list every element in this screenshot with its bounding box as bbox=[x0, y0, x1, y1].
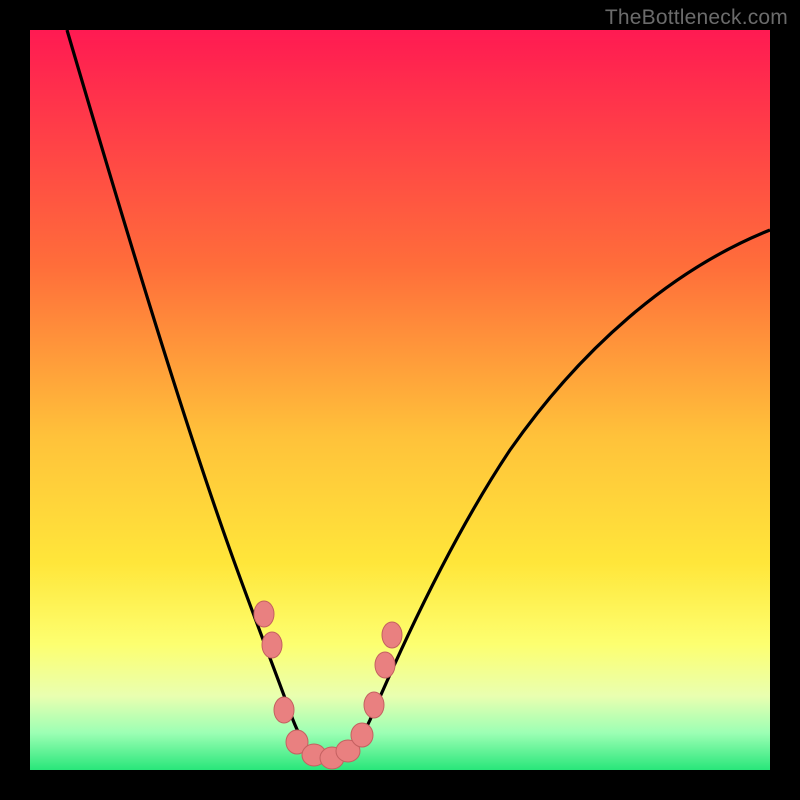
marker-dot bbox=[274, 697, 294, 723]
marker-dot bbox=[254, 601, 274, 627]
bottleneck-curve bbox=[67, 30, 770, 762]
marker-dot bbox=[351, 723, 373, 747]
marker-dot bbox=[382, 622, 402, 648]
outer-frame: TheBottleneck.com bbox=[0, 0, 800, 800]
marker-dot bbox=[364, 692, 384, 718]
curve-markers bbox=[254, 601, 402, 769]
marker-dot bbox=[262, 632, 282, 658]
chart-curve-layer bbox=[30, 30, 770, 770]
marker-dot bbox=[375, 652, 395, 678]
watermark-text: TheBottleneck.com bbox=[605, 6, 788, 30]
plot-area bbox=[30, 30, 770, 770]
